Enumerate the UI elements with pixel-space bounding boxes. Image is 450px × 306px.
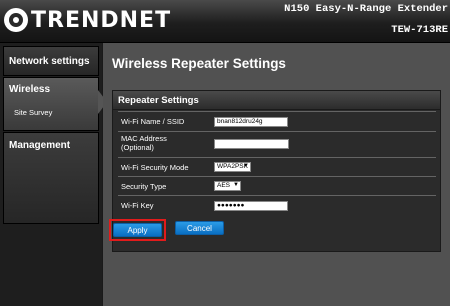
sidebar-item-network-settings[interactable]: Network settings xyxy=(3,46,99,76)
page-title: Wireless Repeater Settings xyxy=(112,56,286,71)
panel-title: Repeater Settings xyxy=(113,91,440,110)
security-type-label: Security Type xyxy=(121,182,167,191)
ssid-row: Wi-Fi Name / SSID bnan812dru24g xyxy=(118,111,436,132)
mac-address-input[interactable] xyxy=(214,139,289,149)
security-type-value: AES xyxy=(217,182,231,189)
product-title: N150 Easy-N-Range Extender xyxy=(284,3,448,15)
sidebar-item-management[interactable]: Management xyxy=(3,132,99,224)
sidebar-subitem-site-survey[interactable]: Site Survey xyxy=(14,108,52,117)
chevron-down-icon: ▼ xyxy=(243,163,249,169)
model-number: TEW-713RE xyxy=(391,24,448,36)
wifi-key-input[interactable]: ●●●●●●● xyxy=(214,201,288,211)
mac-label: MAC Address (Optional) xyxy=(121,134,167,152)
mac-row: MAC Address (Optional) xyxy=(118,131,436,158)
security-type-row: Security Type AES ▼ xyxy=(118,176,436,196)
sidebar-item-label: Management xyxy=(9,140,71,151)
sidebar-item-wireless[interactable]: Wireless Site Survey xyxy=(3,77,107,131)
brand-name: TRENDNET xyxy=(31,7,172,33)
apply-button[interactable]: Apply xyxy=(113,223,162,237)
apply-button-highlight: Apply xyxy=(109,219,166,241)
wifi-key-row: Wi-Fi Key ●●●●●●● xyxy=(118,195,436,216)
wifi-key-label: Wi-Fi Key xyxy=(121,201,154,210)
trendnet-logo: TRENDNET xyxy=(4,7,171,33)
sidebar: Network settings Wireless Site Survey Ma… xyxy=(0,43,107,306)
sidebar-item-label: Network settings xyxy=(9,56,90,67)
trendnet-logo-icon xyxy=(4,8,28,32)
mac-label-line2: (Optional) xyxy=(121,143,154,152)
cancel-button[interactable]: Cancel xyxy=(175,221,224,235)
header: TRENDNET N150 Easy-N-Range Extender TEW-… xyxy=(0,0,450,43)
ssid-input[interactable]: bnan812dru24g xyxy=(214,117,288,127)
sidebar-item-label: Wireless xyxy=(9,84,51,95)
security-mode-label: Wi-Fi Security Mode xyxy=(121,163,189,172)
security-mode-row: Wi-Fi Security Mode WPA2PSK ▼ xyxy=(118,157,436,177)
mac-label-line1: MAC Address xyxy=(121,134,167,143)
security-mode-select[interactable]: WPA2PSK ▼ xyxy=(214,162,251,172)
security-type-select[interactable]: AES ▼ xyxy=(214,181,241,191)
ssid-label: Wi-Fi Name / SSID xyxy=(121,117,185,126)
chevron-down-icon: ▼ xyxy=(233,182,239,188)
main-content: Wireless Repeater Settings Repeater Sett… xyxy=(103,43,450,306)
